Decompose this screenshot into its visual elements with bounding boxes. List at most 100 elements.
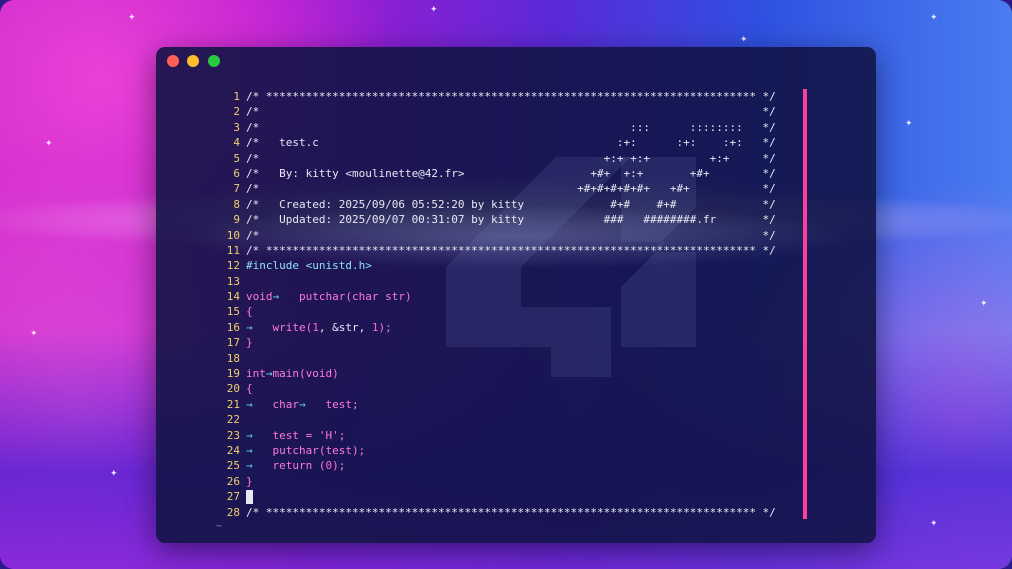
terminal-window[interactable]: 1 /* ************************************… [156, 47, 876, 543]
line-number: 15 [226, 305, 240, 319]
code-line[interactable]: 1 /* ************************************… [220, 89, 776, 104]
line-number: 2 [233, 105, 240, 119]
code-line[interactable]: 6 /* By: kitty <moulinette@42.fr> +#+ +:+… [220, 166, 775, 181]
code-token: → [246, 428, 273, 442]
code-token: void [305, 367, 333, 381]
sparkle-icon: ✦ [980, 299, 988, 309]
line-number: 23 [226, 428, 240, 442]
code-line[interactable]: 11 /* ***********************************… [220, 243, 776, 258]
code-text: /* test.c :+: :+: :+: */ [246, 136, 776, 150]
sparkle-icon: ✦ [930, 13, 938, 23]
sparkle-icon: ✦ [930, 519, 938, 529]
code-line[interactable]: 9 /* Updated: 2025/09/07 00:31:07 by kitt… [220, 212, 776, 227]
code-text: /* */ [246, 105, 776, 119]
code-token: #include <unistd.h> [246, 259, 372, 273]
code-token: char [272, 397, 300, 411]
code-token: → [246, 397, 273, 411]
code-line[interactable]: 4 /* test.c :+: :+: :+: */ [220, 135, 776, 150]
code-line[interactable]: 18 [220, 351, 776, 366]
sparkle-icon: ✦ [905, 119, 913, 129]
window-titlebar[interactable] [156, 47, 876, 75]
code-line[interactable]: 21 → char→ test; [220, 397, 776, 412]
code-line[interactable]: 22 [220, 412, 776, 427]
code-line[interactable]: 15 { [220, 304, 776, 319]
code-line[interactable]: 7 /* +#+#+#+#+#+ +#+ */ [220, 181, 776, 196]
line-number: 27 [226, 490, 240, 504]
line-number: 4 [233, 136, 240, 150]
line-number: 26 [226, 474, 240, 488]
code-line[interactable]: 5 /* +:+ +:+ +:+ */ [220, 151, 776, 166]
code-token: test = 'H'; [272, 428, 346, 442]
code-token: ) [404, 290, 412, 304]
code-editor[interactable]: 1 /* ************************************… [220, 89, 776, 520]
sparkle-icon: ✦ [128, 13, 136, 23]
code-token: ( [299, 367, 306, 381]
code-token: return [272, 459, 319, 473]
code-text: /* Updated: 2025/09/07 00:31:07 by kitty… [246, 213, 776, 227]
code-token: , &str, [318, 320, 372, 334]
code-text: /* +:+ +:+ +:+ */ [246, 151, 776, 165]
code-line[interactable]: 17} [220, 335, 776, 350]
line-number: 10 [226, 228, 240, 242]
line-number: 13 [226, 274, 240, 288]
line-number: 25 [226, 459, 240, 473]
line-number: 12 [226, 259, 240, 273]
code-line[interactable]: 28 /* ***********************************… [220, 505, 776, 520]
sparkle-icon: ✦ [30, 329, 38, 339]
code-line[interactable]: 12 #include <unistd.h> [220, 258, 776, 273]
code-text: /* *************************************… [246, 243, 776, 257]
code-token: → [272, 290, 299, 304]
line-number: 18 [226, 351, 240, 365]
code-line[interactable]: 24 → putchar(test); [220, 443, 776, 458]
code-token: char str [351, 290, 405, 304]
code-line[interactable]: 23 → test = 'H'; [220, 428, 776, 443]
line-number: 20 [226, 382, 240, 396]
code-line[interactable]: 20 { [220, 381, 776, 396]
code-token: → [265, 367, 273, 381]
code-line[interactable]: 13 [220, 274, 776, 289]
sparkle-icon: ✦ [110, 469, 118, 479]
code-token: ); [378, 320, 392, 334]
minimize-window-button[interactable] [187, 55, 199, 67]
line-number: 17 [226, 336, 240, 350]
zoom-window-button[interactable] [208, 55, 220, 67]
code-token: ( [345, 290, 352, 304]
code-line[interactable]: 2 /* */ [220, 104, 776, 119]
cursor-column-bar [803, 89, 807, 519]
text-cursor [246, 490, 253, 505]
code-token: → [246, 320, 273, 334]
line-number: 5 [233, 151, 240, 165]
code-token: write [272, 320, 306, 334]
code-token: → [246, 459, 273, 473]
code-token: int [246, 367, 266, 381]
code-token: → [246, 443, 273, 457]
code-token: putchar(test); [272, 443, 366, 457]
code-token: void [246, 290, 273, 304]
code-token: → [299, 397, 326, 411]
code-text: /* *************************************… [246, 90, 776, 103]
line-number: 19 [226, 367, 240, 381]
code-token: putchar [299, 290, 346, 304]
line-number: 16 [226, 320, 240, 334]
code-token: test; [325, 397, 359, 411]
code-text: /* Created: 2025/09/06 05:52:20 by kitty… [246, 197, 776, 211]
line-number: 14 [226, 290, 240, 304]
code-text: /* +#+#+#+#+#+ +#+ */ [246, 182, 776, 196]
code-line[interactable]: 10 /* */ [220, 228, 776, 243]
sparkle-icon: ✦ [430, 5, 438, 15]
code-line[interactable]: 27 [220, 489, 776, 505]
code-token: ); [332, 459, 346, 473]
code-line[interactable]: 14 void→ putchar(char str) [220, 289, 776, 304]
code-line[interactable]: 25 → return (0); [220, 458, 776, 473]
line-number: 9 [233, 213, 240, 227]
line-number: 28 [226, 505, 240, 519]
sparkle-icon: ✦ [740, 35, 748, 45]
code-line[interactable]: 19 int→main(void) [220, 366, 776, 381]
code-line[interactable]: 16 → write(1, &str, 1); [220, 320, 776, 335]
code-line[interactable]: 3 /* ::: :::::::: */ [220, 120, 775, 135]
code-line[interactable]: 26} [220, 474, 776, 489]
close-window-button[interactable] [167, 55, 179, 67]
code-text: /* */ [246, 228, 776, 242]
line-number: 11 [226, 243, 240, 257]
code-line[interactable]: 8 /* Created: 2025/09/06 05:52:20 by kitt… [220, 197, 776, 212]
